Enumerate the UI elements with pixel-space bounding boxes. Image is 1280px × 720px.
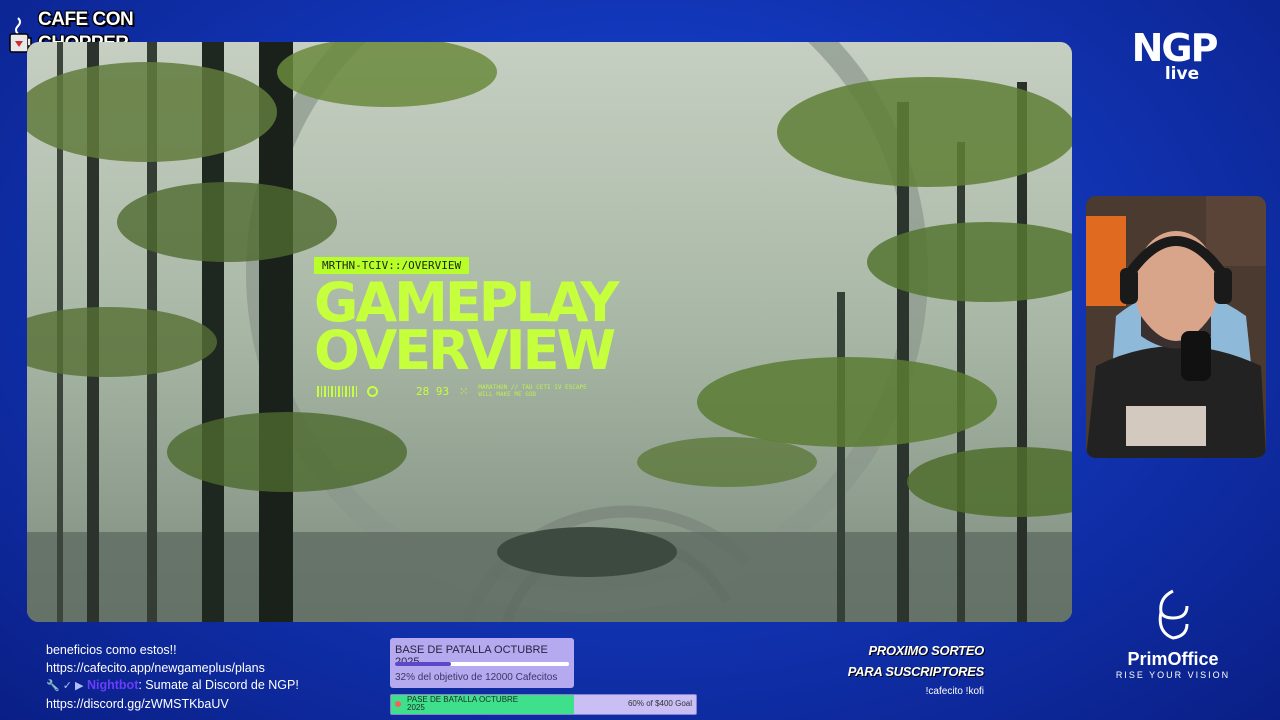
hud-fine-print: MARATHON // TAU CETI IV ESCAPE WILL MAKE… xyxy=(478,384,587,398)
logo-line1: CAFE CON xyxy=(38,9,134,30)
goal2-status-icon xyxy=(395,701,401,707)
chat-message: https://cafecito.app/newgameplus/plans xyxy=(46,660,299,678)
barcode-icon xyxy=(317,385,357,397)
giveaway-notice: PROXIMO SORTEO PARA SUSCRIPTORES !cafeci… xyxy=(847,640,985,697)
giveaway-line2: PARA SUSCRIPTORES xyxy=(847,664,985,679)
chat-message-text: : Sumate al Discord de NGP! xyxy=(138,678,299,692)
sponsor-tagline: RISE YOUR VISION xyxy=(1115,670,1231,680)
streamer-avatar xyxy=(1086,196,1266,458)
primoffice-logo: PrimOffice RISE YOUR VISION xyxy=(1110,588,1236,680)
sponsor-name: PrimOffice xyxy=(1127,649,1219,669)
chat-message-text: beneficios como estos!! xyxy=(46,643,177,657)
hud-title: GAMEPLAY OVERVIEW xyxy=(314,276,619,382)
chat-message: beneficios como estos!! xyxy=(46,642,299,660)
goal-progress-track xyxy=(395,662,569,666)
chat-log: beneficios como estos!! https://cafecito… xyxy=(46,642,299,713)
chat-message: https://discord.gg/zWMSTKbaUV xyxy=(46,696,299,714)
user-badges-icon: 🔧 ✓ ▶ xyxy=(46,680,84,692)
hud-info-bar: 28 93 ⁙ MARATHON // TAU CETI IV ESCAPE W… xyxy=(317,384,588,398)
chat-message: 🔧 ✓ ▶ Nightbot: Sumate al Discord de NGP… xyxy=(46,677,299,696)
goal2-amount: 60% of $400 Goal xyxy=(627,699,692,708)
ngp-live-logo: NGP live xyxy=(1128,26,1220,83)
battle-pass-goal-bar: PASE DE BATALLA OCTUBRE 2025 60% of $400… xyxy=(390,694,697,715)
goal-progress-fill xyxy=(395,662,451,666)
giveaway-commands: !cafecito !kofi xyxy=(925,686,984,697)
webcam-feed xyxy=(1086,196,1266,458)
giveaway-line1: PROXIMO SORTEO xyxy=(868,643,985,658)
goal-subtitle: 32% del objetivo de 12000 Cafecitos xyxy=(395,672,558,683)
goal2-title: PASE DE BATALLA OCTUBRE 2025 xyxy=(407,695,519,712)
primoffice-mark-icon xyxy=(1158,589,1189,640)
chat-message-text: https://cafecito.app/newgameplus/plans xyxy=(46,660,265,675)
ngp-logo-text: NGP xyxy=(1131,26,1219,70)
game-capture: MRTHN-TCIV::/OVERVIEW GAMEPLAY OVERVIEW … xyxy=(27,42,1072,622)
grid-icon: ⁙ xyxy=(459,384,469,398)
ring-icon xyxy=(367,385,378,397)
hud-title-line2: OVERVIEW xyxy=(314,319,616,382)
chat-username: Nightbot xyxy=(86,678,139,692)
chat-message-text: https://discord.gg/zWMSTKbaUV xyxy=(46,696,229,711)
hud-counter: 28 93 xyxy=(416,384,450,398)
donation-goal-widget: BASE DE PATALLA OCTUBRE 2025 32% del obj… xyxy=(390,638,574,688)
